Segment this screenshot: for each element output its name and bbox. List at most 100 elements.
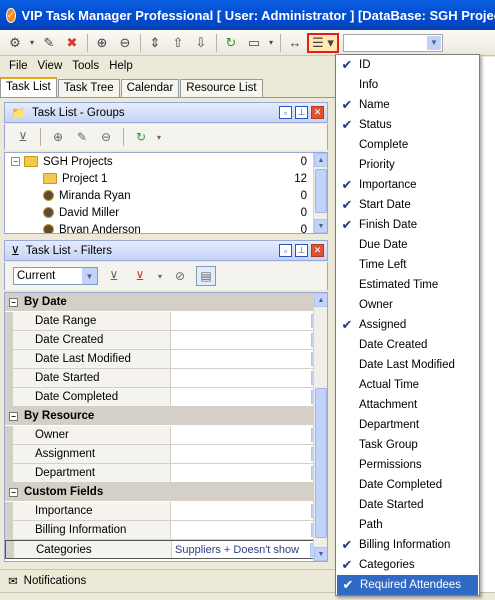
filter-row[interactable]: Billing Information▼ (5, 521, 327, 540)
column-menu-item[interactable]: ✔ Importance (336, 175, 479, 195)
filter-row[interactable]: Date Last Modified▼ (5, 350, 327, 369)
edit-group-icon[interactable]: ✎ (72, 127, 92, 147)
menu-view[interactable]: View (33, 60, 68, 72)
remove-subtask-icon[interactable]: ⊖ (114, 33, 136, 53)
filter-row[interactable]: Department▼ (5, 464, 327, 483)
column-menu-item[interactable]: ✔ Categories (336, 555, 479, 575)
close-icon[interactable]: ✕ (311, 106, 324, 119)
columns-icon[interactable]: ▤ (196, 266, 216, 286)
menu-file[interactable]: File (4, 60, 33, 72)
column-menu-item[interactable]: Priority (336, 155, 479, 175)
filter-row[interactable]: Date Completed▼ (5, 388, 327, 407)
apply-filter-icon[interactable]: ⊻ (104, 266, 124, 286)
tab-resource-list[interactable]: Resource List (180, 79, 263, 97)
column-menu-item[interactable]: Department (336, 415, 479, 435)
filter-row[interactable]: Importance▼ (5, 502, 327, 521)
refresh-icon[interactable]: ↻ (220, 33, 242, 53)
filter-row[interactable]: Date Range▼ (5, 312, 327, 331)
column-menu-item[interactable]: Time Left (336, 255, 479, 275)
tree-scrollbar[interactable]: ▲ ▼ (313, 153, 327, 233)
clear-filter-icon[interactable]: ⊘ (170, 266, 190, 286)
edit-filter-icon[interactable]: ⊻ (130, 266, 150, 286)
delete-task-icon[interactable]: ✖ (61, 33, 83, 53)
tab-task-list[interactable]: Task List (0, 77, 57, 97)
tree-item[interactable]: Project 1 12 (5, 170, 327, 187)
column-menu-item[interactable]: Complete (336, 135, 479, 155)
pin-icon[interactable]: ⊥ (295, 244, 308, 257)
tree-item[interactable]: − SGH Projects 0 (5, 153, 327, 170)
column-menu-item[interactable]: Date Completed (336, 475, 479, 495)
collapse-icon[interactable]: − (9, 487, 18, 497)
collapse-icon[interactable]: − (9, 411, 18, 421)
column-menu-item[interactable]: ✔ Name (336, 95, 479, 115)
column-menu-item[interactable]: ✔ Start Date (336, 195, 479, 215)
column-menu-item[interactable]: Estimated Time (336, 275, 479, 295)
dropdown-arrow-icon[interactable]: ▾ (27, 33, 37, 53)
tree-item[interactable]: David Miller 0 (5, 204, 327, 221)
filter-row[interactable]: Assignment▼ (5, 445, 327, 464)
column-menu-item[interactable]: ✔ Assigned (336, 315, 479, 335)
tree-item[interactable]: Miranda Ryan 0 (5, 187, 327, 204)
toolbar-combo[interactable]: ▼ (343, 33, 443, 52)
column-menu-item[interactable]: ✔ Status (336, 115, 479, 135)
column-menu-item[interactable]: Due Date (336, 235, 479, 255)
filter-row[interactable]: Date Created▼ (5, 331, 327, 350)
column-menu-item[interactable]: Info (336, 75, 479, 95)
chevron-down-icon[interactable]: ▾ (156, 266, 164, 286)
filter-row[interactable]: CategoriesSuppliers + Doesn't show ▼ (5, 540, 327, 559)
columns-chooser-button[interactable]: ☰ ▾ (307, 32, 339, 53)
print-icon[interactable]: ▭ (243, 33, 265, 53)
filter-group-header[interactable]: − By Date (5, 293, 327, 312)
column-menu-item[interactable]: Date Last Modified (336, 355, 479, 375)
scroll-up-icon[interactable]: ▲ (314, 153, 327, 167)
column-menu-item[interactable]: Owner (336, 295, 479, 315)
filter-group-header[interactable]: − By Resource (5, 407, 327, 426)
column-menu-item[interactable]: Path (336, 515, 479, 535)
scroll-up-icon[interactable]: ▲ (314, 293, 327, 307)
minimize-icon[interactable]: ▫ (279, 244, 292, 257)
column-menu-item[interactable]: Permissions (336, 455, 479, 475)
column-menu-item[interactable]: ✔ ID (336, 55, 479, 75)
new-task-icon[interactable]: ⚙ (4, 33, 26, 53)
scroll-down-icon[interactable]: ▼ (314, 547, 327, 561)
column-menu-item[interactable]: Attachment (336, 395, 479, 415)
menu-tools[interactable]: Tools (67, 60, 104, 72)
filter-row[interactable]: Date Started▼ (5, 369, 327, 388)
menu-help[interactable]: Help (104, 60, 138, 72)
refresh-icon[interactable]: ↻ (131, 127, 151, 147)
tree-item[interactable]: Bryan Anderson 0 (5, 221, 327, 233)
fit-columns-icon[interactable]: ↔ (284, 33, 306, 53)
pin-icon[interactable]: ⊥ (295, 106, 308, 119)
add-group-icon[interactable]: ⊕ (48, 127, 68, 147)
filter-icon[interactable]: ⊻ (13, 127, 33, 147)
collapse-icon[interactable]: − (9, 297, 18, 307)
tab-task-tree[interactable]: Task Tree (57, 79, 120, 97)
filter-group-header[interactable]: − Custom Fields (5, 483, 327, 502)
move-down-icon[interactable]: ⇩ (190, 33, 212, 53)
scroll-thumb[interactable] (315, 388, 327, 538)
filter-grid-scrollbar[interactable]: ▲ ▼ (313, 293, 327, 561)
notifications-bar[interactable]: ✉ Notifications (0, 569, 336, 591)
tab-calendar[interactable]: Calendar (120, 79, 180, 97)
edit-task-icon[interactable]: ✎ (38, 33, 60, 53)
close-icon[interactable]: ✕ (311, 244, 324, 257)
delete-group-icon[interactable]: ⊖ (96, 127, 116, 147)
minimize-icon[interactable]: ▫ (279, 106, 292, 119)
dropdown-arrow-icon[interactable]: ▾ (266, 33, 276, 53)
scroll-down-icon[interactable]: ▼ (314, 219, 327, 233)
column-menu-item[interactable]: Actual Time (336, 375, 479, 395)
column-menu-item[interactable]: ✔ Required Attendees (337, 575, 478, 595)
column-menu-item[interactable]: ✔ Finish Date (336, 215, 479, 235)
column-menu-item[interactable]: Date Started (336, 495, 479, 515)
filter-row[interactable]: Owner▼ (5, 426, 327, 445)
column-menu-item[interactable]: ✔ Billing Information (336, 535, 479, 555)
scroll-thumb[interactable] (315, 169, 327, 213)
column-menu-item[interactable]: Task Group (336, 435, 479, 455)
move-icon[interactable]: ⇕ (144, 33, 166, 53)
collapse-icon[interactable]: − (11, 157, 20, 166)
add-subtask-icon[interactable]: ⊕ (91, 33, 113, 53)
column-menu-item[interactable]: Date Created (336, 335, 479, 355)
chevron-down-icon[interactable]: ▾ (155, 127, 163, 147)
filter-select[interactable]: Current ▼ (13, 267, 98, 285)
move-up-icon[interactable]: ⇧ (167, 33, 189, 53)
